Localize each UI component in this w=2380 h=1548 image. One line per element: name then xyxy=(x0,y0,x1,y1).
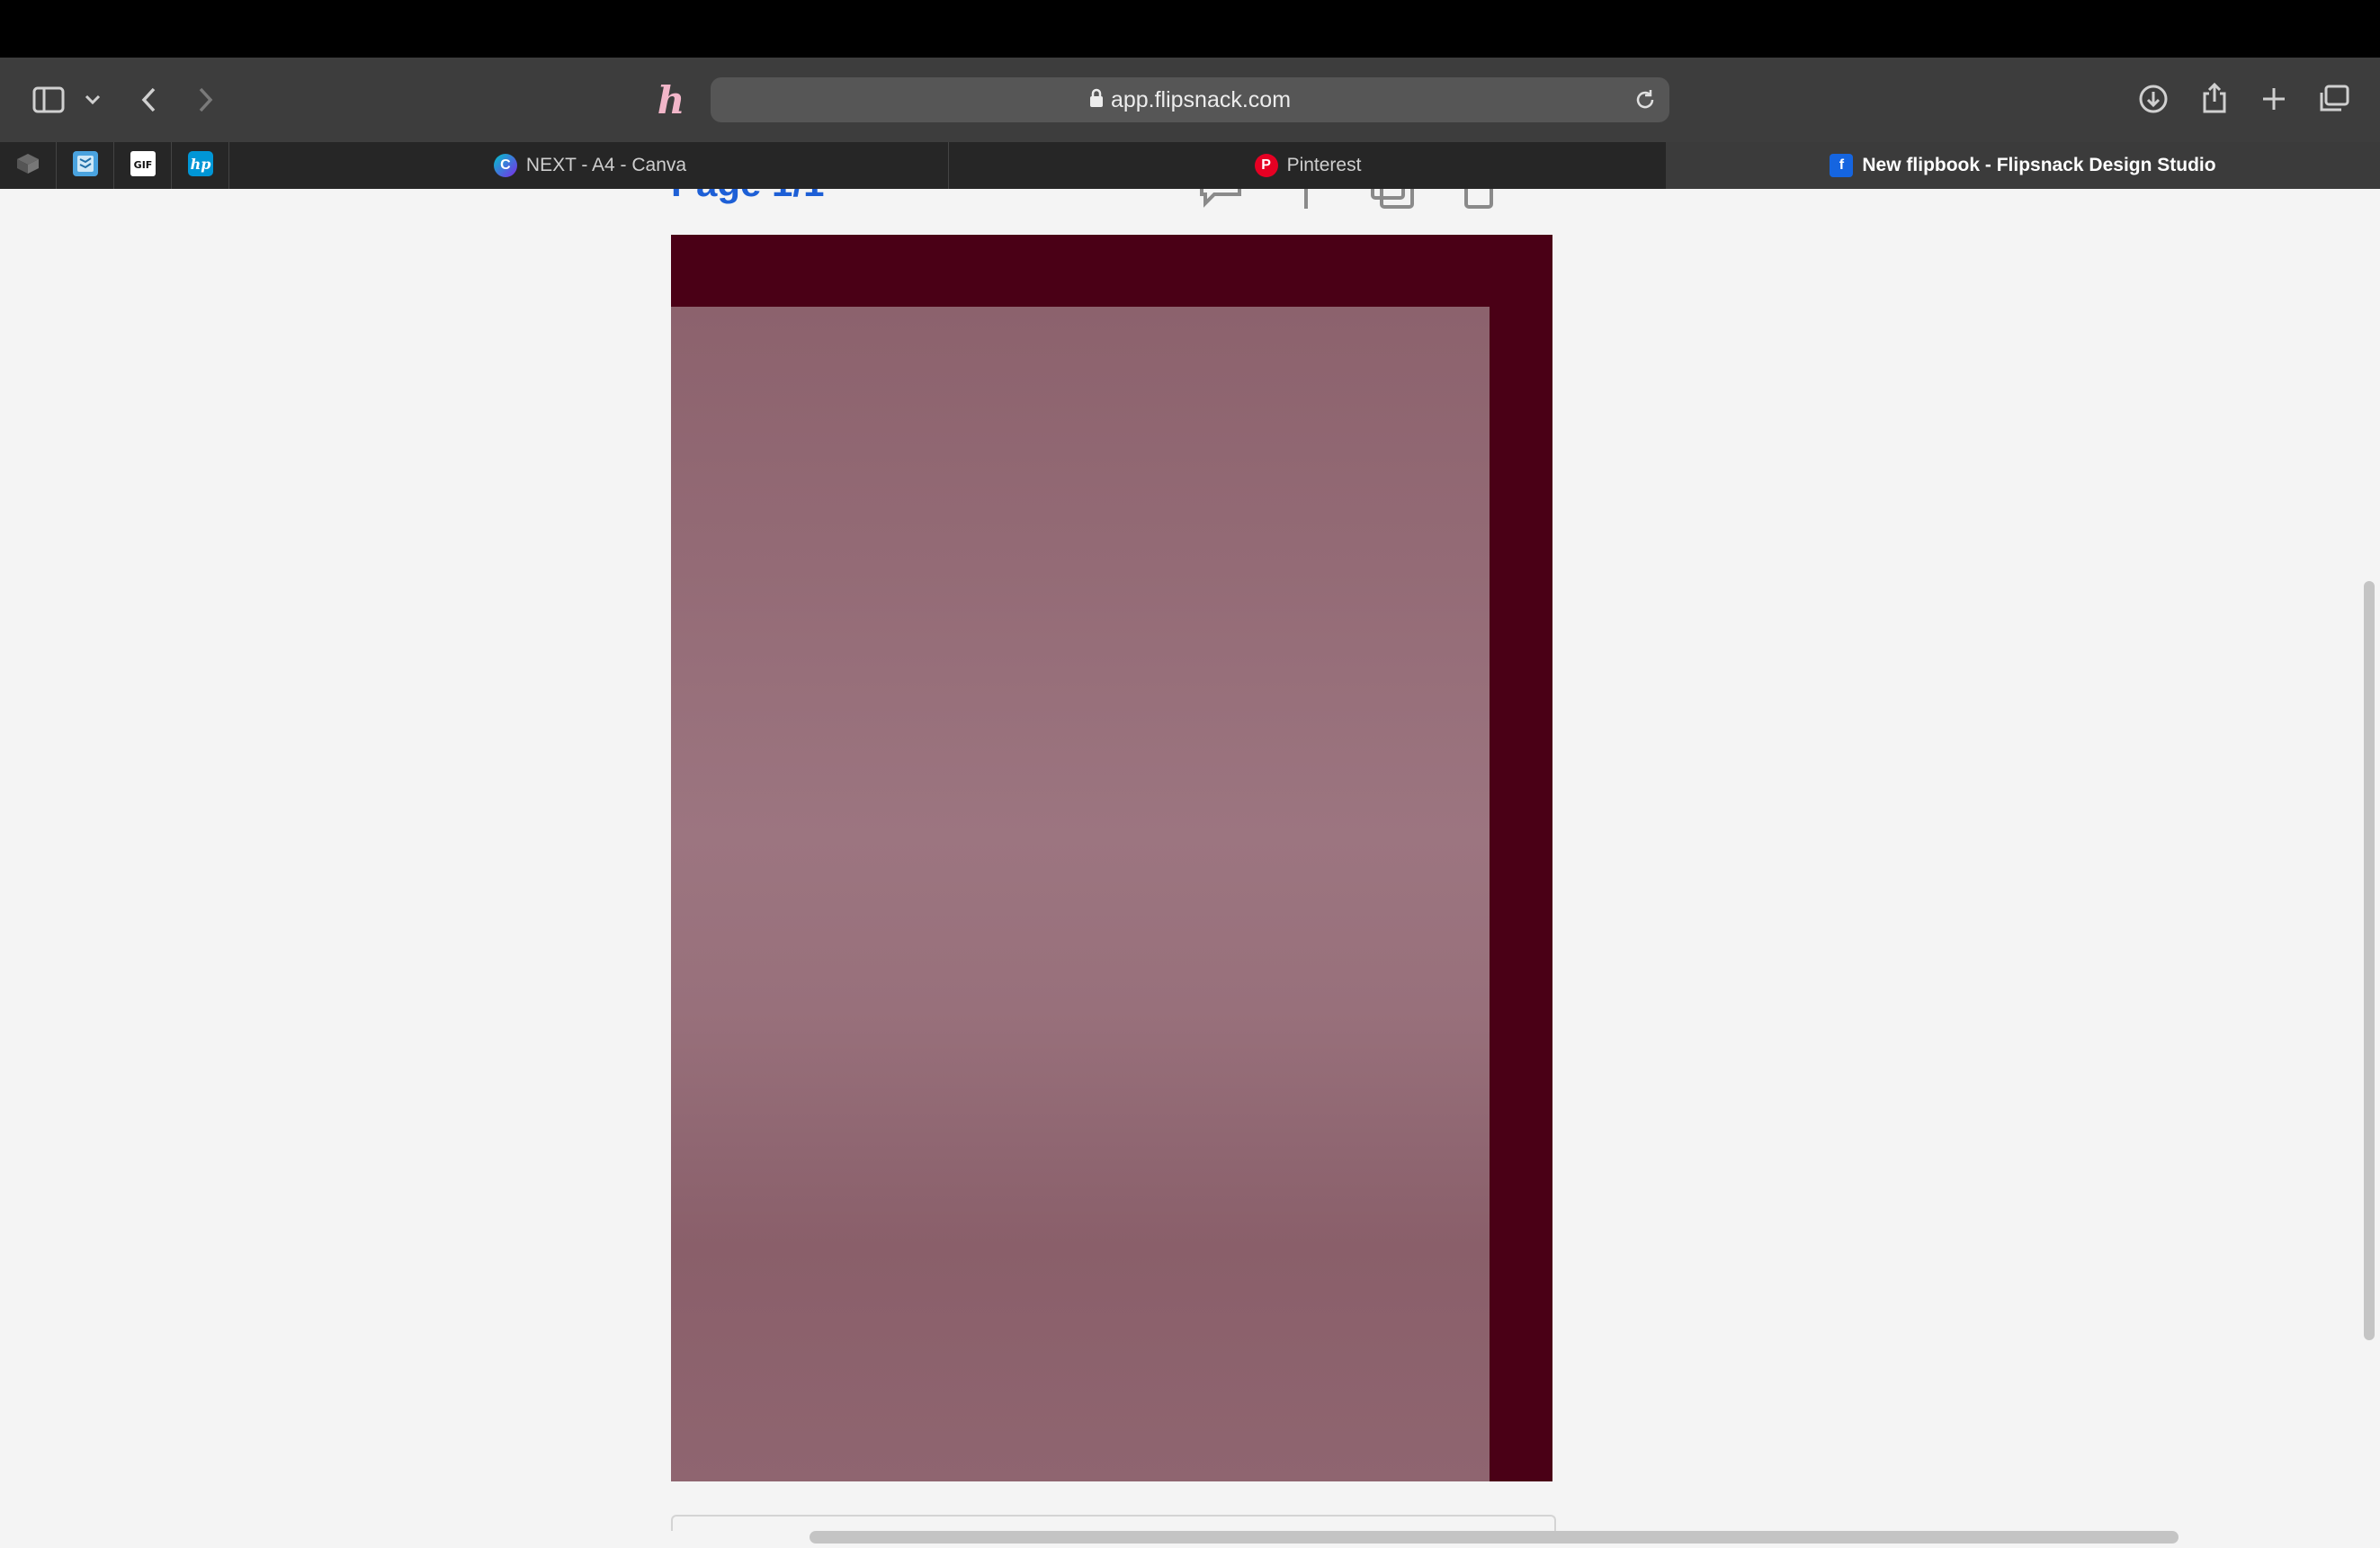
honey-extension-icon[interactable]: h xyxy=(651,78,691,122)
tab-label: New flipbook - Flipsnack Design Studio xyxy=(1862,155,2216,175)
forward-icon[interactable] xyxy=(192,83,219,117)
flipbook-page[interactable] xyxy=(671,235,1552,1481)
page-background-image[interactable] xyxy=(671,307,1490,1481)
canva-icon: C xyxy=(493,154,517,177)
sidebar-toggle-icon[interactable] xyxy=(31,83,67,117)
tab-label: NEXT - A4 - Canva xyxy=(525,155,687,175)
pinned-tab-box[interactable] xyxy=(0,142,57,189)
vertical-scrollbar[interactable] xyxy=(2364,581,2375,1340)
pinned-tab-hp[interactable]: hp xyxy=(173,142,229,189)
tab-label: Pinterest xyxy=(1286,155,1362,175)
hp-icon: hp xyxy=(187,150,214,182)
gif-icon: GIF xyxy=(130,150,157,182)
horizontal-scrollbar[interactable] xyxy=(810,1531,2179,1544)
tab-pinterest[interactable]: P Pinterest xyxy=(950,142,1667,189)
editor-canvas: Page 1/1 xyxy=(0,189,2380,1548)
svg-text:hp: hp xyxy=(191,156,211,173)
box-icon xyxy=(15,152,40,180)
pin-icon[interactable] xyxy=(1297,189,1315,215)
page-toolbar xyxy=(1198,189,1497,215)
map-icon xyxy=(72,150,99,182)
next-page-edge xyxy=(671,1515,1556,1531)
new-tab-icon[interactable] xyxy=(2256,81,2292,117)
download-icon[interactable] xyxy=(2135,81,2171,117)
chevron-down-icon[interactable] xyxy=(83,90,103,110)
svg-text:GIF: GIF xyxy=(134,159,153,171)
pinterest-icon: P xyxy=(1254,154,1278,177)
pinned-tab-map[interactable] xyxy=(58,142,114,189)
tab-bar: GIF hp C NEXT - A4 - Canva P Pinterest f… xyxy=(0,142,2380,190)
tab-flipsnack[interactable]: f New flipbook - Flipsnack Design Studio xyxy=(1666,142,2380,189)
share-icon[interactable] xyxy=(2197,79,2232,117)
delete-icon[interactable] xyxy=(1461,189,1497,215)
comment-icon[interactable] xyxy=(1198,189,1243,215)
back-icon[interactable] xyxy=(135,83,162,117)
flipsnack-icon: f xyxy=(1830,154,1854,177)
page-label: Page 1/1 xyxy=(671,189,824,205)
address-bar[interactable]: app.flipsnack.com xyxy=(711,77,1669,122)
tab-overview-icon[interactable] xyxy=(2315,81,2353,117)
pinned-tab-gif[interactable]: GIF xyxy=(115,142,172,189)
menu-bar-area xyxy=(0,0,2380,58)
duplicate-icon[interactable] xyxy=(1369,189,1416,215)
tab-canva[interactable]: C NEXT - A4 - Canva xyxy=(232,142,949,189)
lock-icon xyxy=(1089,78,1104,123)
url-text: app.flipsnack.com xyxy=(1110,87,1292,112)
reload-icon[interactable] xyxy=(1633,88,1657,116)
